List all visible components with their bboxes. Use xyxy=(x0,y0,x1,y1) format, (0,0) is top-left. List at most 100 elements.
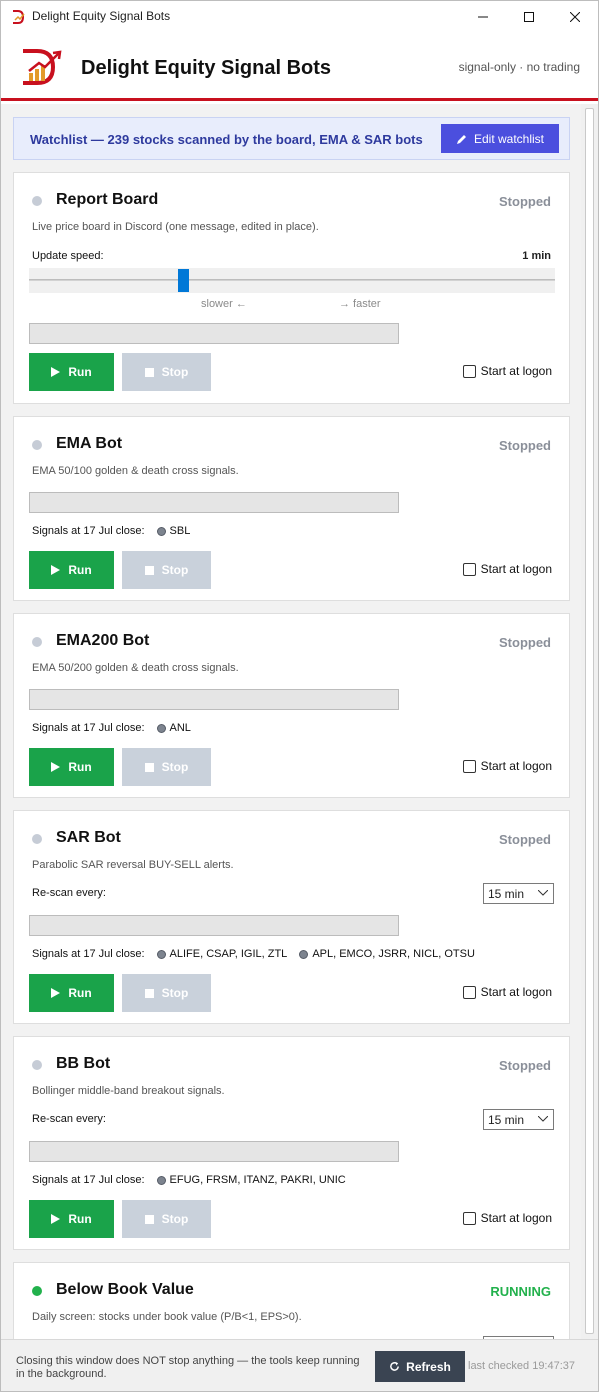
status-badge: RUNNING xyxy=(490,1284,551,1299)
status-dot xyxy=(32,637,42,647)
status-dot xyxy=(32,1060,42,1070)
status-dot xyxy=(32,834,42,844)
signals-label: Signals at 17 Jul close: xyxy=(32,1174,145,1186)
stop-icon xyxy=(144,367,154,377)
signal-tickers: APL, EMCO, JSRR, NICL, OTSU xyxy=(312,948,475,960)
stop-button[interactable]: Stop xyxy=(122,551,211,589)
stop-label: Stop xyxy=(161,1212,189,1226)
window-title: Delight Equity Signal Bots xyxy=(32,9,171,23)
refresh-label: Refresh xyxy=(406,1359,451,1374)
page-title: Delight Equity Signal Bots xyxy=(81,57,332,79)
app-icon xyxy=(13,10,25,24)
bot-description: Parabolic SAR reversal BUY-SELL alerts. xyxy=(32,859,234,871)
start-at-logon-checkbox[interactable]: Start at logon xyxy=(462,364,552,378)
maximize-icon xyxy=(524,11,534,22)
progress-bar xyxy=(29,915,399,936)
chevron-down-icon xyxy=(538,1116,548,1122)
stop-label: Stop xyxy=(161,563,189,577)
card-below-book-value: Below Book Value RUNNING Daily screen: s… xyxy=(13,1262,570,1339)
signal-dot xyxy=(156,526,166,536)
card-report-board: Report Board Stopped Live price board in… xyxy=(13,172,570,404)
checkbox-box[interactable] xyxy=(462,364,476,378)
scrollbar-thumb[interactable] xyxy=(585,108,594,1334)
checkbox-box[interactable] xyxy=(462,562,476,576)
run-button[interactable]: Run xyxy=(29,1200,114,1238)
edit-watchlist-label: Edit watchlist xyxy=(473,131,545,146)
signals-row: Signals at 17 Jul close: ALIFE, CSAP, IG… xyxy=(32,948,475,960)
run-button[interactable]: Run xyxy=(29,974,114,1012)
run-button[interactable]: Run xyxy=(29,748,114,786)
update-speed-slider[interactable] xyxy=(29,268,555,293)
bots-scroll-area[interactable]: Watchlist — 239 stocks scanned by the bo… xyxy=(1,104,581,1339)
run-label: Run xyxy=(68,986,92,1000)
slower-hint: slower ← xyxy=(201,298,247,310)
close-button[interactable] xyxy=(552,1,598,32)
stop-button[interactable]: Stop xyxy=(122,353,211,391)
rescan-interval-select[interactable]: 15 min xyxy=(483,1109,554,1130)
signals-label: Signals at 17 Jul close: xyxy=(32,722,145,734)
bot-name: SAR Bot xyxy=(56,829,121,846)
stop-button[interactable]: Stop xyxy=(122,748,211,786)
signal-tickers: ANL xyxy=(169,722,191,734)
slider-thumb[interactable] xyxy=(178,269,189,292)
faster-hint: → faster xyxy=(339,298,381,310)
bot-name: BB Bot xyxy=(56,1055,111,1072)
stop-button[interactable]: Stop xyxy=(122,974,211,1012)
checkbox-box[interactable] xyxy=(462,985,476,999)
run-button[interactable]: Run xyxy=(29,353,114,391)
run-label: Run xyxy=(68,1212,92,1226)
start-at-logon-checkbox[interactable]: Start at logon xyxy=(462,1211,552,1225)
run-label: Run xyxy=(68,365,92,379)
close-icon xyxy=(570,11,580,22)
rescan-interval-select[interactable]: 15 min xyxy=(483,883,554,904)
bot-description: EMA 50/100 golden & death cross signals. xyxy=(32,465,239,477)
status-dot xyxy=(32,1286,42,1296)
logo-icon xyxy=(23,49,62,85)
play-icon xyxy=(51,1214,61,1224)
signal-group: ALIFE, CSAP, IGIL, ZTL xyxy=(156,948,287,960)
progress-bar xyxy=(29,492,399,513)
update-speed-value: 1 min xyxy=(522,250,551,262)
bot-description: Bollinger middle-band breakout signals. xyxy=(32,1085,225,1097)
rescan-label: Re-scan every: xyxy=(32,887,106,899)
start-at-logon-checkbox[interactable]: Start at logon xyxy=(462,985,552,999)
minimize-button[interactable] xyxy=(460,1,506,32)
play-icon xyxy=(51,988,61,998)
signals-row: Signals at 17 Jul close: ANL xyxy=(32,722,191,734)
status-badge: Stopped xyxy=(499,438,551,453)
progress-bar xyxy=(29,689,399,710)
status-dot xyxy=(32,440,42,450)
progress-bar xyxy=(29,1141,399,1162)
refresh-icon xyxy=(390,1361,400,1371)
progress-bar xyxy=(29,323,399,344)
checkbox-box[interactable] xyxy=(462,1211,476,1225)
run-button[interactable]: Run xyxy=(29,551,114,589)
signal-group: ANL xyxy=(156,722,191,734)
play-icon xyxy=(51,367,61,377)
bot-description: EMA 50/200 golden & death cross signals. xyxy=(32,662,239,674)
signal-dot xyxy=(156,723,166,733)
start-at-logon-label: Start at logon xyxy=(480,364,552,378)
signals-row: Signals at 17 Jul close: SBL xyxy=(32,525,190,537)
start-at-logon-checkbox[interactable]: Start at logon xyxy=(462,759,552,773)
stop-button[interactable]: Stop xyxy=(122,1200,211,1238)
edit-watchlist-button[interactable]: Edit watchlist xyxy=(441,124,559,153)
start-at-logon-checkbox[interactable]: Start at logon xyxy=(462,562,552,576)
checkbox-box[interactable] xyxy=(462,759,476,773)
play-icon xyxy=(51,762,61,772)
bot-name: Report Board xyxy=(56,191,159,208)
header-tagline: signal-only · no trading xyxy=(458,60,580,74)
card-ema-bot: EMA Bot Stopped EMA 50/100 golden & deat… xyxy=(13,416,570,601)
signals-label: Signals at 17 Jul close: xyxy=(32,525,145,537)
minimize-icon xyxy=(478,16,488,17)
card-ema200-bot: EMA200 Bot Stopped EMA 50/200 golden & d… xyxy=(13,613,570,798)
vertical-scrollbar[interactable] xyxy=(581,104,598,1339)
signal-group: SBL xyxy=(156,525,190,537)
maximize-button[interactable] xyxy=(506,1,552,32)
bot-description: Daily screen: stocks under book value (P… xyxy=(32,1311,302,1323)
signal-group: APL, EMCO, JSRR, NICL, OTSU xyxy=(299,948,475,960)
status-badge: Stopped xyxy=(499,832,551,847)
refresh-button[interactable]: Refresh xyxy=(375,1351,465,1382)
bot-name: EMA Bot xyxy=(56,435,123,452)
run-label: Run xyxy=(68,760,92,774)
